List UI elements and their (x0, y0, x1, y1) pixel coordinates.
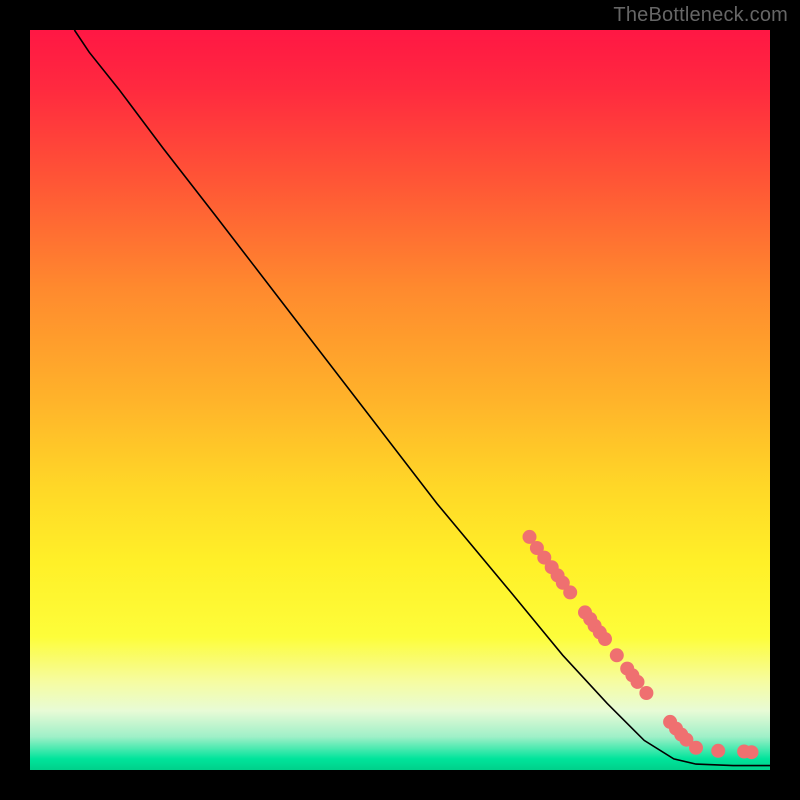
scatter-markers (30, 30, 770, 770)
scatter-marker (598, 632, 612, 646)
watermark-text: TheBottleneck.com (613, 4, 788, 27)
scatter-marker (639, 686, 653, 700)
scatter-marker (689, 741, 703, 755)
scatter-marker (631, 675, 645, 689)
scatter-marker (745, 745, 759, 759)
scatter-marker (610, 648, 624, 662)
plot-area (30, 30, 770, 770)
scatter-marker (563, 585, 577, 599)
scatter-marker (711, 744, 725, 758)
